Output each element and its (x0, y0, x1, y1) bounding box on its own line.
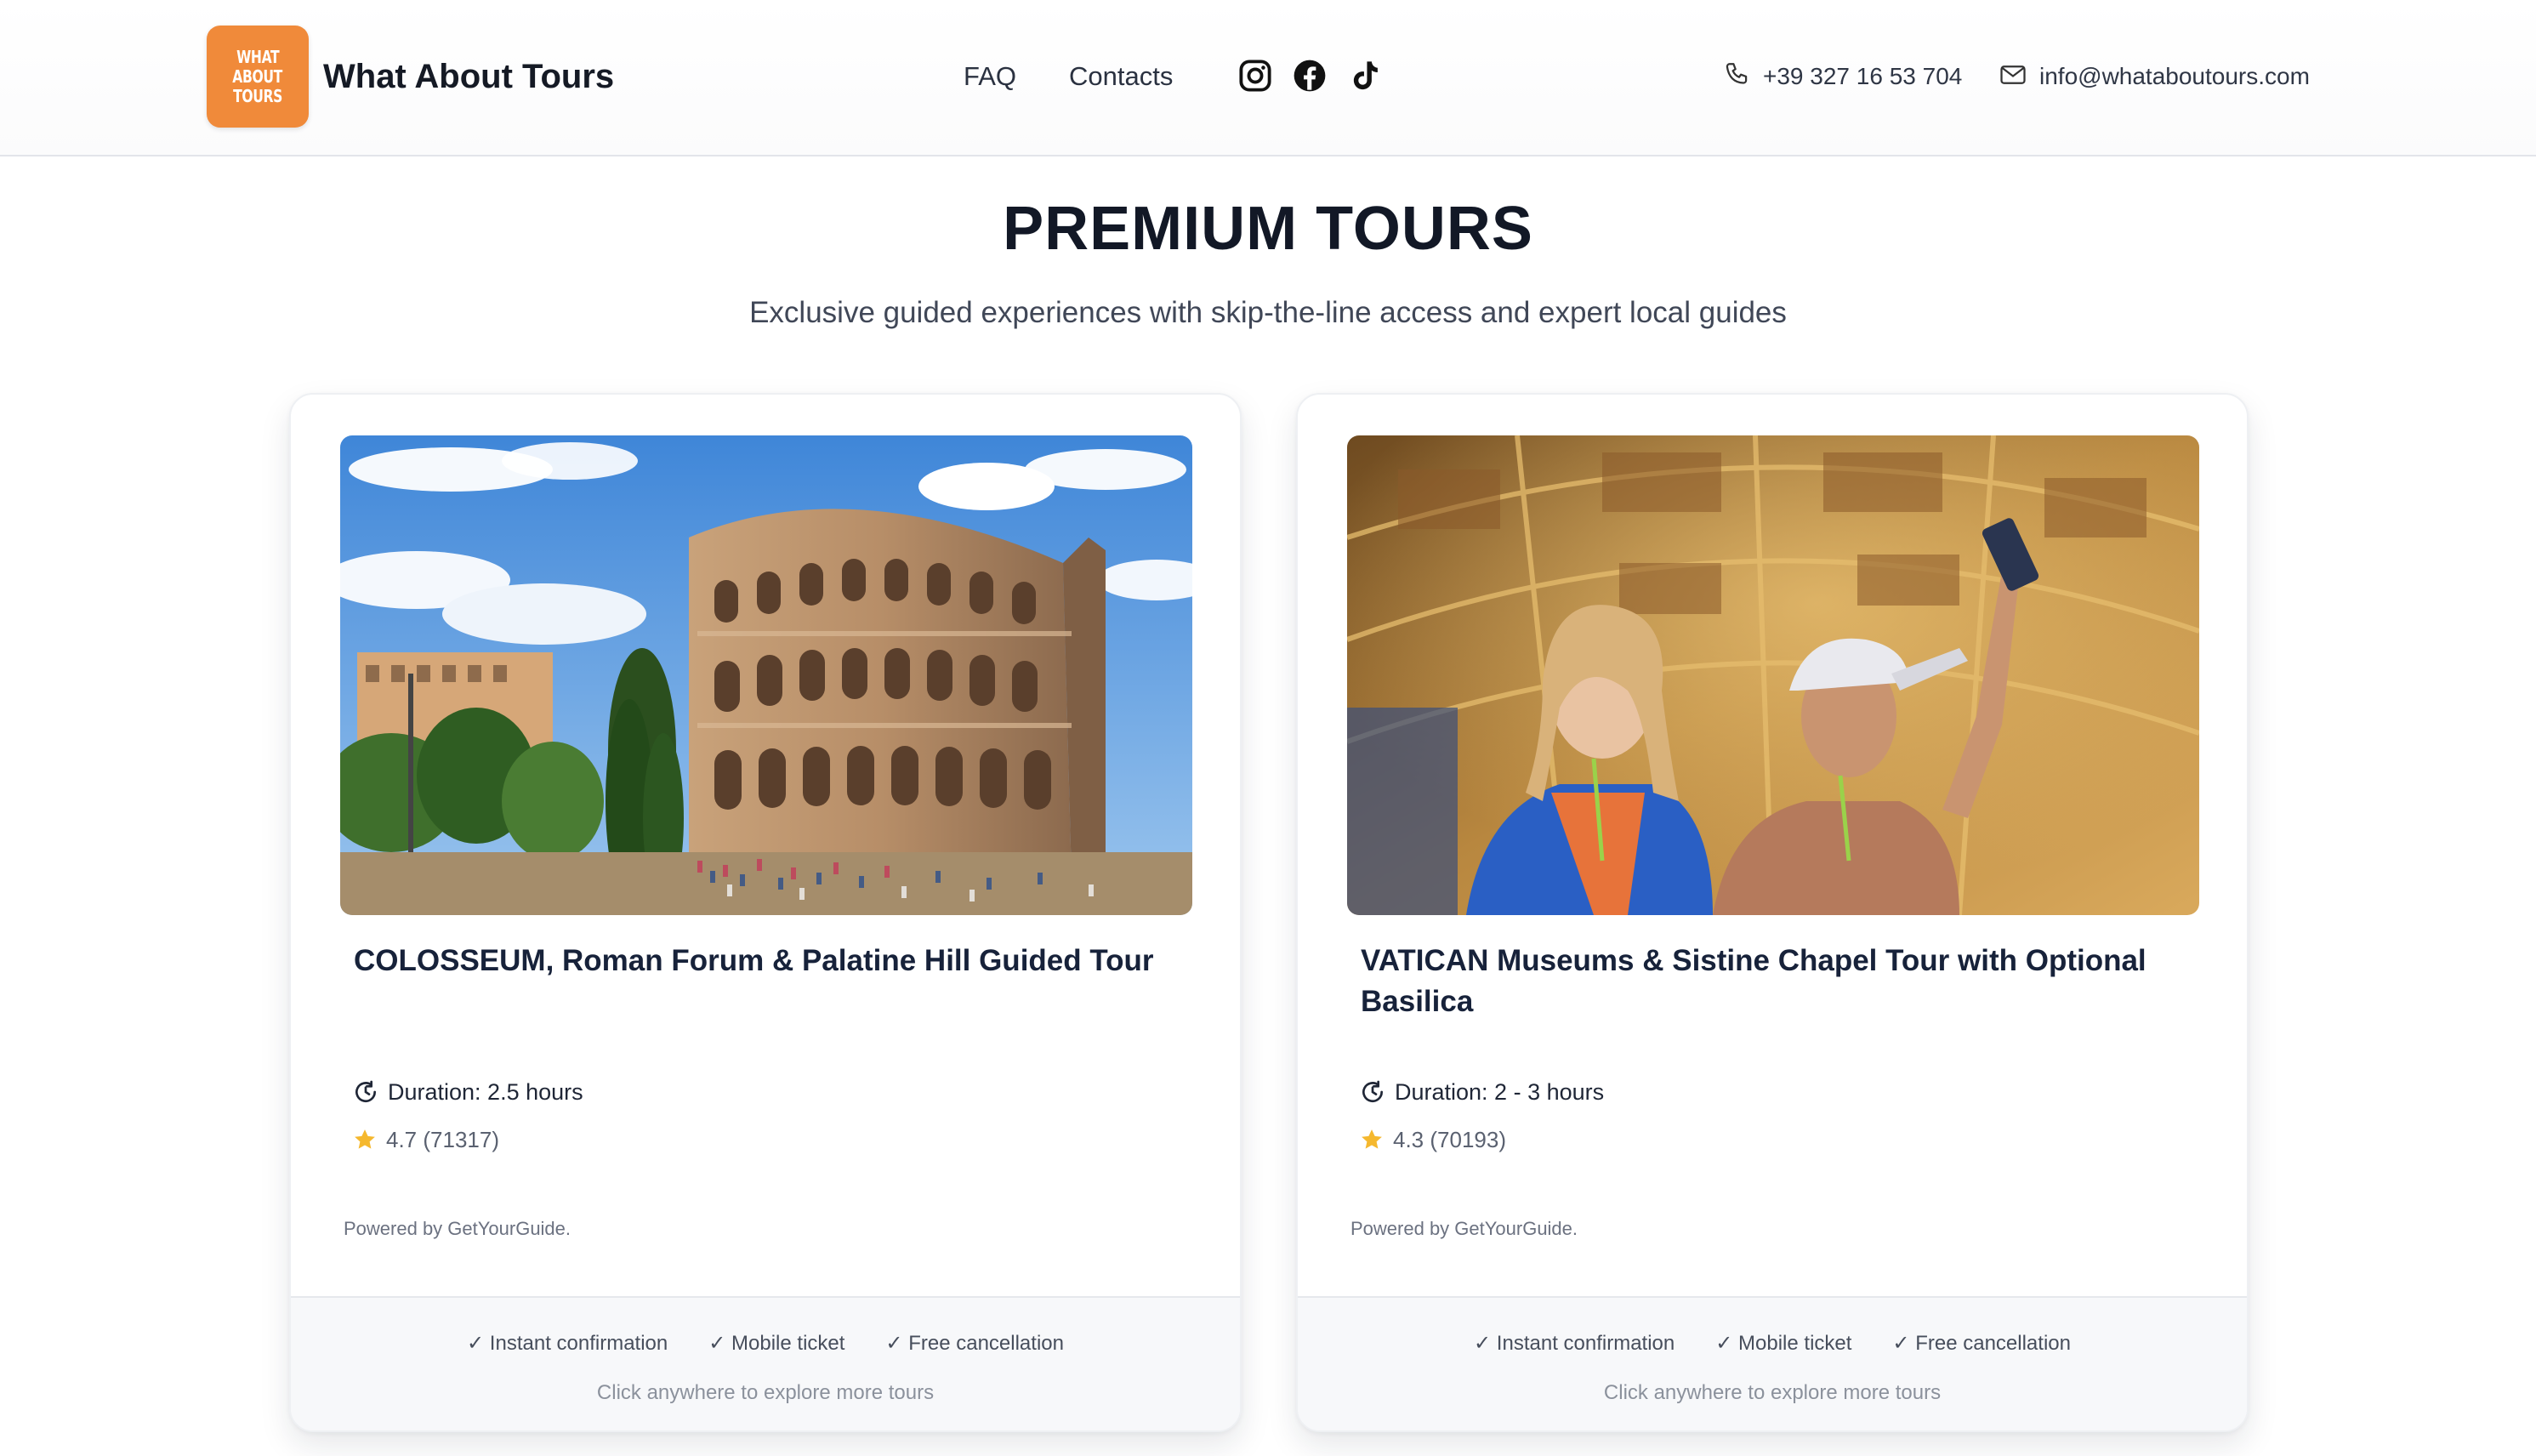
instagram-icon[interactable] (1236, 56, 1275, 95)
tour-rating: 4.7 (71317) (352, 1124, 499, 1155)
star-icon (1362, 1129, 1382, 1149)
clock-icon (1362, 1080, 1384, 1103)
features-list: ✓ Instant confirmation ✓ Mobile ticket ✓… (291, 1330, 1240, 1357)
email-link[interactable]: info@whataboutours.com (2039, 60, 2310, 94)
mail-icon (2000, 65, 2026, 84)
facebook-icon[interactable] (1290, 56, 1329, 95)
feature-free-cancellation: ✓ Free cancellation (885, 1332, 1064, 1355)
tour-duration: Duration: 2.5 hours (352, 1077, 583, 1107)
page-subtitle: Exclusive guided experiences with skip-t… (749, 296, 1787, 329)
tour-title[interactable]: VATICAN Museums & Sistine Chapel Tour wi… (1361, 941, 2177, 1022)
powered-by: Powered by GetYourGuide. (344, 1218, 571, 1239)
logo-line-2: ABOUT (232, 65, 283, 87)
phone-icon (1726, 63, 1748, 84)
explore-cta[interactable]: Click anywhere to explore more tours (1298, 1379, 2247, 1407)
tour-rating: 4.3 (70193) (1359, 1124, 1506, 1155)
logo-line-1: WHAT (236, 46, 280, 67)
vatican-gallery-photo[interactable] (1347, 435, 2199, 915)
powered-by: Powered by GetYourGuide. (1350, 1218, 1578, 1239)
card-footer[interactable]: ✓ Instant confirmation ✓ Mobile ticket ✓… (1298, 1296, 2247, 1430)
feature-free-cancellation: ✓ Free cancellation (1892, 1332, 2071, 1355)
star-icon (355, 1129, 375, 1149)
explore-cta[interactable]: Click anywhere to explore more tours (291, 1379, 1240, 1407)
logo[interactable]: WHAT ABOUT TOURS (207, 26, 309, 128)
tiktok-icon[interactable] (1345, 56, 1385, 95)
nav-contacts-link[interactable]: Contacts (1069, 60, 1173, 94)
feature-instant-confirmation: ✓ Instant confirmation (1474, 1332, 1675, 1355)
clock-icon (355, 1080, 377, 1103)
feature-mobile-ticket: ✓ Mobile ticket (708, 1332, 845, 1355)
duration-text: Duration: 2 - 3 hours (1395, 1079, 1605, 1105)
tour-title[interactable]: COLOSSEUM, Roman Forum & Palatine Hill G… (354, 941, 1170, 981)
tour-card-colosseum[interactable]: COLOSSEUM, Roman Forum & Palatine Hill G… (289, 393, 1242, 1432)
tour-duration: Duration: 2 - 3 hours (1359, 1077, 1604, 1107)
duration-text: Duration: 2.5 hours (388, 1079, 583, 1105)
feature-instant-confirmation: ✓ Instant confirmation (467, 1332, 668, 1355)
card-footer[interactable]: ✓ Instant confirmation ✓ Mobile ticket ✓… (291, 1296, 1240, 1430)
tour-card-vatican[interactable]: VATICAN Museums & Sistine Chapel Tour wi… (1296, 393, 2249, 1432)
features-list: ✓ Instant confirmation ✓ Mobile ticket ✓… (1298, 1330, 2247, 1357)
page-title: PREMIUM TOURS (1003, 195, 1533, 263)
feature-mobile-ticket: ✓ Mobile ticket (1715, 1332, 1852, 1355)
colosseum-photo[interactable] (340, 435, 1192, 915)
rating-text: 4.3 (70193) (1393, 1127, 1506, 1152)
phone-number-link[interactable]: +39 327 16 53 704 (1763, 60, 1962, 94)
nav-faq-link[interactable]: FAQ (964, 60, 1016, 94)
logo-line-3: TOURS (233, 85, 282, 106)
site-header: WHAT ABOUT TOURS What About Tours FAQ Co… (0, 0, 2536, 156)
rating-text: 4.7 (71317) (386, 1127, 499, 1152)
brand-name[interactable]: What About Tours (323, 56, 614, 97)
